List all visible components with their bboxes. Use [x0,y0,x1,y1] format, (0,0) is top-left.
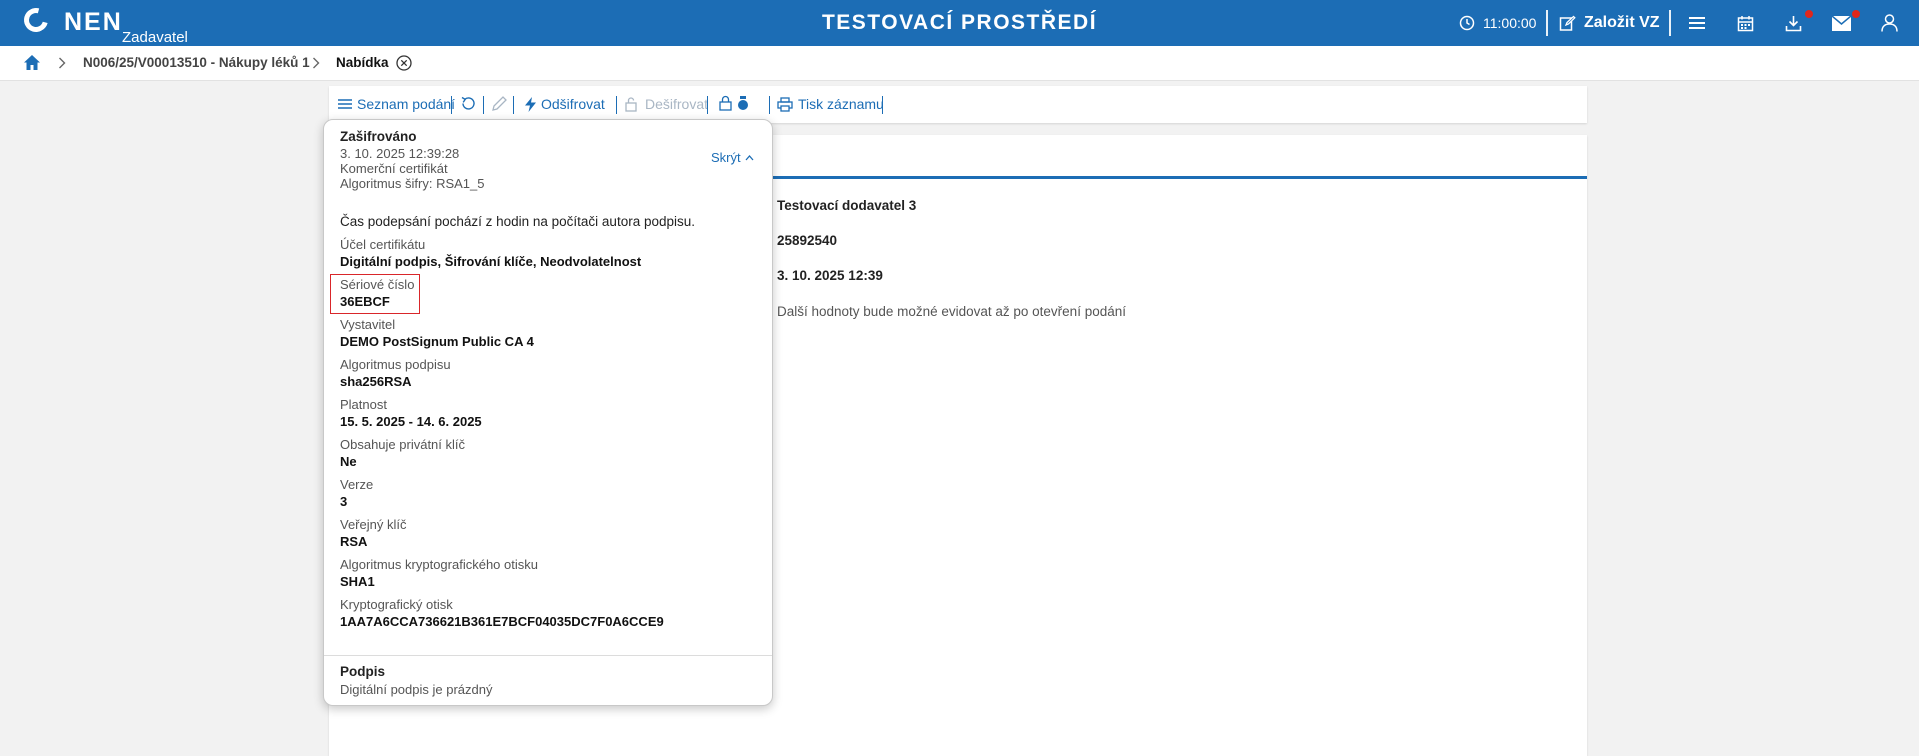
refresh-button[interactable] [460,95,477,112]
field-label: Algoritmus podpisu [340,357,451,372]
create-vz-button[interactable]: Založit VZ [1559,0,1660,46]
unlock-icon [625,97,637,112]
field-value: 15. 5. 2025 - 14. 6. 2025 [340,414,482,429]
create-vz-label: Založit VZ [1584,14,1660,31]
certificate-type: Komerční certifikát [340,161,448,176]
chevron-right-icon [313,57,320,69]
popover-title: Zašifrováno [340,129,417,144]
field-label: Vystavitel [340,317,396,332]
edit-icon [1559,15,1576,31]
field-value: 3 [340,494,348,509]
refresh-icon [461,96,475,110]
chevron-right-icon [59,57,66,69]
printer-icon [777,96,793,112]
close-circle-icon[interactable] [396,55,412,71]
field-label: Platnost [340,397,387,412]
signature-title: Podpis [340,664,386,679]
encryption-algorithm: Algoritmus šifry: RSA1_5 [340,176,485,191]
field-label: Kryptografický otisk [340,597,453,612]
toolbar-divider [451,96,452,114]
submission-date: 3. 10. 2025 12:39 [777,268,883,283]
field-value: RSA [340,534,368,549]
encryption-info-button[interactable] [719,95,749,111]
submission-list-label: Seznam podání [357,96,456,112]
lock-icon [719,95,732,111]
encryption-details-popover: Zašifrováno Skrýt 3. 10. 2025 12:39:28 K… [323,119,773,706]
downloads-button[interactable] [1785,0,1813,46]
signature-status: Digitální podpis je prázdný [340,682,493,697]
home-icon[interactable] [23,54,41,71]
toolbar-divider [769,96,770,114]
print-record-button[interactable]: Tisk záznamu [777,96,884,112]
toolbar-divider [707,96,708,114]
hide-button[interactable]: Skrýt [711,150,754,165]
user-button[interactable] [1881,0,1898,46]
decrypt-button[interactable]: Odšifrovat [525,96,605,112]
notification-badge [1805,10,1813,18]
field-value: SHA1 [340,574,375,589]
popover-divider [324,655,772,656]
supplier-name: Testovací dodavatel 3 [777,198,917,213]
print-record-label: Tisk záznamu [798,96,884,112]
pending-values-note: Další hodnoty bude možné evidovat až po … [777,304,1126,319]
supplier-id-number: 25892540 [777,233,838,248]
encrypt-label: Dešifrovat [645,96,709,112]
toolbar-divider [483,96,484,114]
clock-icon [1459,15,1475,31]
header-divider [1546,10,1548,36]
pencil-icon [492,96,507,111]
toolbar-divider [616,96,617,114]
record-toolbar: Seznam podání Odšifrovat Dešifrovat Tisk… [329,86,1587,123]
mail-icon [1832,15,1851,31]
calendar-button[interactable] [1737,0,1754,46]
certificate-icon [738,96,748,110]
list-icon [338,99,352,109]
field-value: sha256RSA [340,374,412,389]
breadcrumb: N006/25/V00013510 - Nákupy léků 1 Nabídk… [0,46,1919,81]
header-divider [1669,10,1671,36]
toolbar-divider [882,96,883,114]
field-label: Účel certifikátu [340,237,426,252]
top-header: NEN Zadavatel TESTOVACÍ PROSTŘEDÍ 11:00:… [0,0,1919,46]
field-value: 1AA7A6CCA736621B361E7BCF04035DC7F0A6CCE9 [340,614,664,629]
clock-widget: 11:00:00 [1459,0,1536,46]
messages-button[interactable] [1832,0,1860,46]
hide-label: Skrýt [711,150,741,165]
lightning-icon [525,96,536,112]
encryption-datetime: 3. 10. 2025 12:39:28 [340,146,460,161]
submission-list-button[interactable]: Seznam podání [338,96,455,112]
edit-button[interactable] [491,95,508,112]
notification-badge [1852,10,1860,18]
toolbar-divider [513,96,514,114]
menu-button[interactable] [1688,0,1706,46]
field-value: Ne [340,454,357,469]
header-time: 11:00:00 [1483,15,1537,31]
serial-number-highlight [330,274,420,314]
signing-time-note: Čas podepsání pochází z hodin na počítač… [340,214,695,229]
breadcrumb-item-procurement[interactable]: N006/25/V00013510 - Nákupy léků 1 [83,55,310,70]
field-label: Algoritmus kryptografického otisku [340,557,538,572]
chevron-up-icon [745,155,754,161]
field-value: Digitální podpis, Šifrování klíče, Neodv… [340,254,642,269]
breadcrumb-item-current: Nabídka [336,55,389,70]
user-icon [1881,14,1898,32]
download-icon [1785,15,1802,31]
menu-icon [1689,17,1705,29]
decrypt-label: Odšifrovat [541,96,605,112]
field-label: Verze [340,477,374,492]
field-value: DEMO PostSignum Public CA 4 [340,334,534,349]
calendar-icon [1737,15,1754,31]
field-label: Veřejný klíč [340,517,407,532]
encrypt-button[interactable]: Dešifrovat [625,96,708,112]
field-label: Obsahuje privátní klíč [340,437,466,452]
